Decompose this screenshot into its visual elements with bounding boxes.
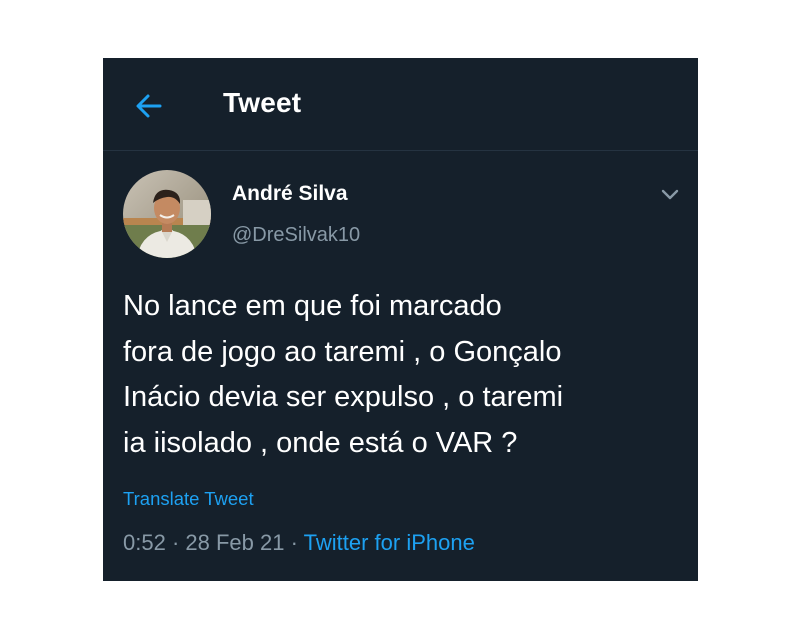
- tweet-text-line: Inácio devia ser expulso , o taremi: [123, 381, 564, 413]
- avatar[interactable]: [123, 170, 211, 258]
- page-title: Tweet: [223, 87, 302, 118]
- tweet-text-line: fora de jogo ao taremi , o Gonçalo: [123, 335, 562, 368]
- tweet-metadata: 0:52 · 28 Feb 21 · Twitter for iPhone: [123, 530, 475, 556]
- tweet-date: 28 Feb 21: [185, 530, 285, 555]
- author-name[interactable]: André Silva: [232, 182, 348, 206]
- tweet-detail-panel: Tweet André Silva @DreSilvak10 No lance …: [103, 58, 698, 581]
- meta-separator: ·: [171, 530, 180, 555]
- top-bar: Tweet: [103, 58, 698, 151]
- back-button[interactable]: [131, 88, 167, 124]
- tweet-text-line: No lance em que foi marcado: [123, 290, 502, 322]
- tweet-time: 0:52: [123, 530, 166, 555]
- tweet-text: No lance em que foi marcado fora de jogo…: [123, 284, 683, 466]
- user-avatar: [123, 170, 211, 258]
- meta-separator: ·: [290, 530, 298, 555]
- arrow-left-icon: [136, 94, 162, 118]
- translate-tweet-link[interactable]: Translate Tweet: [123, 488, 254, 510]
- author-handle[interactable]: @DreSilvak10: [232, 224, 360, 247]
- chevron-down-icon: [661, 189, 679, 200]
- tweet-options-button[interactable]: [656, 182, 684, 206]
- tweet-source-link[interactable]: Twitter for iPhone: [304, 530, 475, 555]
- tweet-text-line: ia iisolado , onde está o VAR ?: [123, 426, 518, 459]
